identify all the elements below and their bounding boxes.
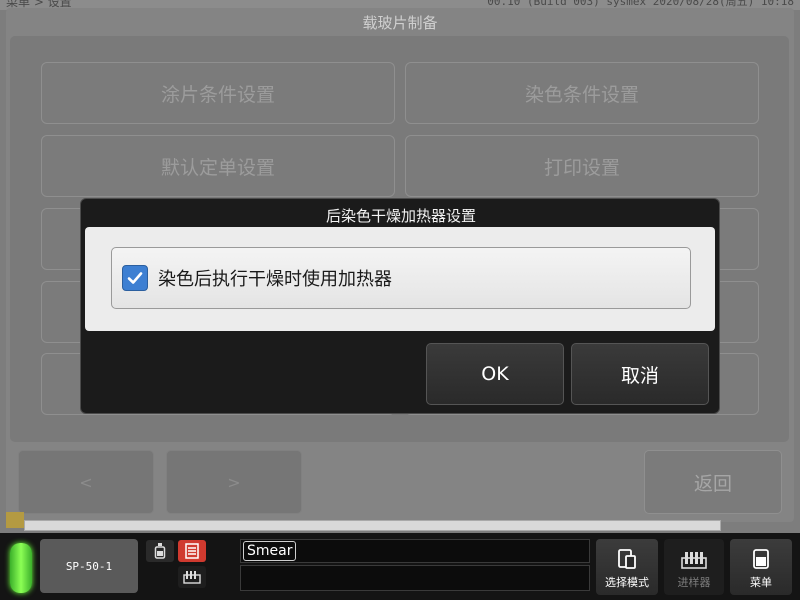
sampler-label: 进样器 [677,576,711,589]
select-mode-button[interactable]: 选择模式 [596,539,658,595]
stain-condition-button[interactable]: 染色条件设置 [405,62,759,124]
status-indicator [6,512,24,528]
default-order-button[interactable]: 默认定单设置 [41,135,395,197]
sampler-rack-icon [681,552,707,569]
slide-cassette-alert-icon[interactable] [178,540,206,562]
menu-icon [753,549,769,569]
mode-select-icon [618,549,636,569]
dryer-heater-dialog: 后染色干燥加热器设置 染色后执行干燥时使用加热器 OK 取消 [80,198,720,414]
bottom-status-bar: SP-50-1 Smear 选择模式 进样器 菜单 [0,533,800,600]
status-led [10,543,32,593]
menu-label: 菜单 [750,576,772,589]
mode-tag: Smear [243,541,297,561]
select-mode-label: 选择模式 [605,576,649,589]
smear-condition-button[interactable]: 涂片条件设置 [41,62,395,124]
print-settings-button[interactable]: 打印设置 [405,135,759,197]
prev-page-button[interactable]: < [18,450,154,514]
page-title: 载玻片制备 [362,14,438,32]
rack-icon[interactable] [178,566,206,588]
use-heater-checkbox[interactable] [122,265,148,291]
back-button[interactable]: 返回 [644,450,782,514]
cancel-button[interactable]: 取消 [571,343,709,405]
message-box-top: Smear [240,539,590,563]
use-heater-label: 染色后执行干燥时使用加热器 [158,269,392,290]
dialog-title: 后染色干燥加热器设置 [325,207,476,225]
dialog-body: 染色后执行干燥时使用加热器 [85,227,715,331]
next-page-button[interactable]: > [166,450,302,514]
ok-button[interactable]: OK [426,343,564,405]
device-name[interactable]: SP-50-1 [40,539,138,593]
use-heater-option[interactable]: 染色后执行干燥时使用加热器 [111,247,691,309]
message-box-bottom [240,565,590,591]
sampler-button[interactable]: 进样器 [664,539,724,595]
reagent-bottle-icon[interactable] [146,540,174,562]
checkmark-icon [127,272,143,284]
menu-button[interactable]: 菜单 [730,539,792,595]
message-line [24,520,721,531]
